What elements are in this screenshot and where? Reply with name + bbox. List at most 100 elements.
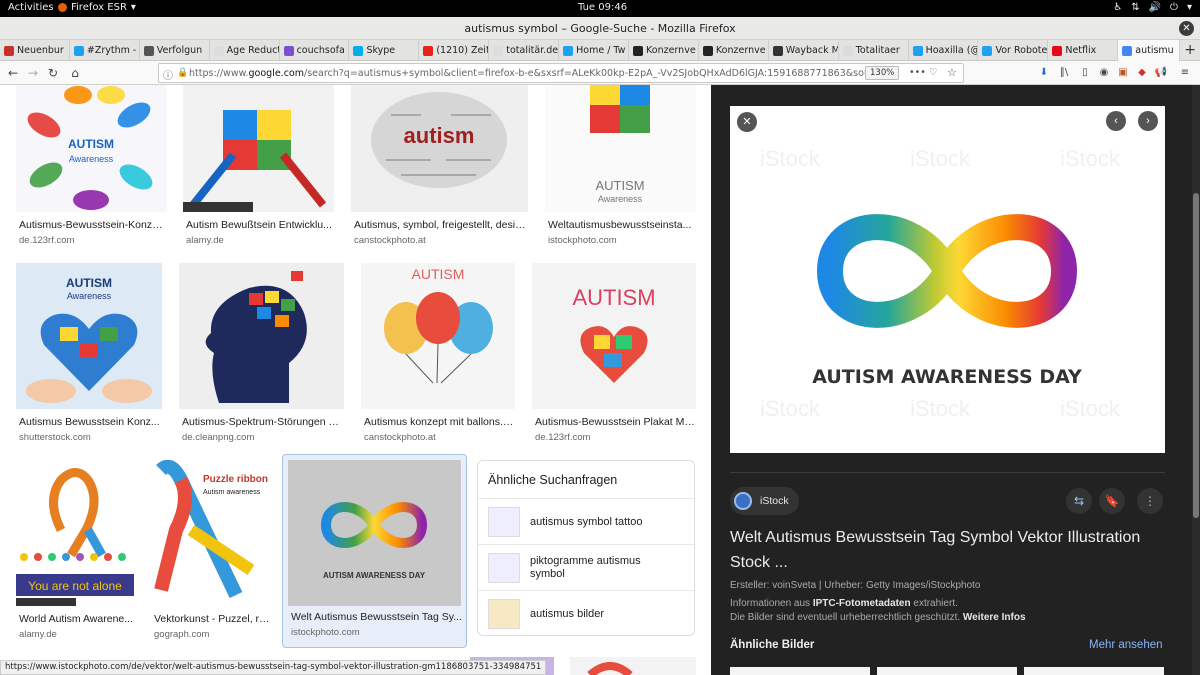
- browser-tab[interactable]: Konzernve: [629, 40, 699, 61]
- back-button[interactable]: ←: [4, 64, 22, 82]
- result-meta[interactable]: Welt Autismus Bewusstsein Tag Sy... istoc…: [291, 611, 463, 638]
- browser-tab[interactable]: (1210) Zeit: [419, 40, 490, 61]
- activities-button[interactable]: Activities: [8, 2, 54, 13]
- network-icon[interactable]: ⇅: [1131, 2, 1139, 13]
- home-button[interactable]: ⌂: [66, 64, 84, 82]
- result-thumbnail[interactable]: AUTISM Awareness: [16, 263, 162, 409]
- browser-tab[interactable]: Konzernve: [699, 40, 769, 61]
- browser-tab[interactable]: Netflix: [1048, 40, 1119, 61]
- related-search-item[interactable]: autismus symbol tattoo: [478, 499, 694, 545]
- browser-tab[interactable]: Verfolgun: [140, 40, 210, 61]
- result-thumbnail[interactable]: autism: [351, 85, 528, 212]
- forward-button[interactable]: →: [24, 64, 42, 82]
- result-thumbnail[interactable]: [183, 85, 334, 212]
- volume-icon[interactable]: 🔊: [1149, 2, 1161, 13]
- account-icon[interactable]: ◉: [1097, 66, 1111, 80]
- result-meta[interactable]: Autism Bewußtsein Entwicklu... alamy.de: [186, 219, 332, 246]
- download-icon[interactable]: ⬇: [1037, 66, 1051, 80]
- close-preview-button[interactable]: ✕: [737, 112, 757, 132]
- more-options-button[interactable]: ⋮: [1137, 488, 1163, 514]
- zoom-indicator[interactable]: 130%: [865, 66, 900, 80]
- thumb-awareness-day-text: AUTISM AWARENESS DAY: [323, 571, 426, 580]
- netflix-icon: [1052, 45, 1063, 56]
- browser-tab[interactable]: Wayback M: [769, 40, 839, 61]
- result-meta[interactable]: Autismus-Bewusstsein-Konze... de.123rf.co…: [19, 219, 165, 246]
- pocket-icon[interactable]: ♡: [929, 67, 938, 78]
- result-meta[interactable]: Autismus Bewusstsein Konz... shutterstock…: [19, 416, 161, 443]
- accessibility-icon[interactable]: ♿: [1113, 2, 1122, 13]
- scrollbar-thumb[interactable]: [1193, 193, 1199, 518]
- app-menu[interactable]: Firefox ESR ▾: [58, 2, 136, 13]
- clock[interactable]: Tue 09:46: [578, 2, 627, 13]
- result-source: alamy.de: [19, 629, 57, 640]
- megaphone-icon[interactable]: 📢: [1154, 66, 1168, 80]
- similar-image-thumbnail[interactable]: [730, 667, 870, 675]
- system-tray[interactable]: ♿ ⇅ 🔊 ⏻ ▾: [1113, 2, 1192, 13]
- page-actions-button[interactable]: •••: [909, 67, 926, 78]
- browser-tab[interactable]: Totalitaer: [839, 40, 909, 61]
- result-thumbnail[interactable]: Puzzle ribbon Autism awareness: [151, 460, 271, 606]
- browser-tab[interactable]: Skype: [349, 40, 420, 61]
- result-thumbnail[interactable]: [179, 263, 344, 409]
- related-search-item[interactable]: autismus bilder: [478, 591, 694, 637]
- preview-image[interactable]: iStock iStock iStock iStock iStock iStoc…: [730, 106, 1165, 453]
- tab-label: Netflix: [1065, 45, 1097, 56]
- browser-tab[interactable]: couchsofa: [280, 40, 350, 61]
- bookmark-star-icon[interactable]: ☆: [947, 66, 957, 79]
- new-tab-button[interactable]: +: [1180, 40, 1200, 60]
- extension-icon[interactable]: ▣: [1116, 66, 1130, 80]
- browser-tab[interactable]: Neuenbur: [0, 40, 70, 61]
- reload-button[interactable]: ↻: [44, 64, 62, 82]
- previous-image-button[interactable]: ‹: [1106, 111, 1126, 131]
- share-button[interactable]: ⇆: [1066, 488, 1092, 514]
- preview-title[interactable]: Welt Autismus Bewusstsein Tag Symbol Vek…: [730, 525, 1170, 575]
- browser-tab[interactable]: totalitär.de: [489, 40, 560, 61]
- chevron-down-icon[interactable]: ▾: [1187, 2, 1192, 13]
- result-meta[interactable]: Autismus, symbol, freigestellt, desig...…: [354, 219, 526, 246]
- result-meta[interactable]: Autismus konzept mit ballons. ... canstoc…: [364, 416, 514, 443]
- save-button[interactable]: 🔖: [1099, 488, 1125, 514]
- browser-tab[interactable]: Hoaxilla (@: [909, 40, 979, 61]
- result-thumbnail[interactable]: You are not alone: [16, 460, 134, 606]
- next-image-button[interactable]: ›: [1138, 111, 1158, 131]
- lock-icon[interactable]: 🔒: [177, 68, 188, 78]
- result-meta[interactable]: Weltautismusbewusstseinsta... istockphoto…: [548, 219, 694, 246]
- source-chip[interactable]: iStock: [730, 487, 799, 515]
- adblock-icon[interactable]: ◆: [1135, 66, 1149, 80]
- youtube-icon: [423, 45, 434, 56]
- result-thumbnail[interactable]: AUTISM: [361, 263, 515, 409]
- watermark-text: iStock: [1060, 396, 1121, 421]
- browser-tab[interactable]: autismu×: [1118, 40, 1181, 61]
- result-meta[interactable]: Vektorkunst - Puzzel, ri... gograph.com: [154, 613, 270, 640]
- url-text[interactable]: https://www.google.com/search?q=autismus…: [189, 68, 869, 79]
- library-icon[interactable]: ∥\: [1057, 66, 1071, 80]
- related-thumbnail: [488, 552, 520, 583]
- browser-tab[interactable]: Vor Robote: [978, 40, 1049, 61]
- result-meta[interactable]: Autismus-Spektrum-Störungen K... de.clean…: [182, 416, 342, 443]
- result-thumbnail[interactable]: AUTISM Awareness: [16, 85, 167, 212]
- related-thumbnail: [488, 599, 520, 629]
- watermark-text: iStock: [760, 396, 821, 421]
- browser-tab[interactable]: Home / Tw: [559, 40, 630, 61]
- result-thumbnail[interactable]: AUTISM Awareness: [545, 85, 696, 212]
- w-icon: [143, 45, 154, 56]
- more-info-link[interactable]: Weitere Infos: [963, 612, 1026, 623]
- result-thumbnail[interactable]: [570, 657, 696, 675]
- see-more-link[interactable]: Mehr ansehen: [1089, 639, 1163, 651]
- window-close-button[interactable]: ✕: [1179, 21, 1194, 36]
- result-thumbnail[interactable]: AUTISM: [532, 263, 696, 409]
- result-card-selected[interactable]: AUTISM AWARENESS DAY Welt Autismus Bewus…: [282, 454, 467, 648]
- scrollbar[interactable]: [1192, 85, 1200, 675]
- sidebar-icon[interactable]: ▯: [1078, 66, 1092, 80]
- power-icon[interactable]: ⏻: [1170, 2, 1178, 13]
- similar-image-thumbnail[interactable]: [877, 667, 1017, 675]
- info-icon[interactable]: ⓘ: [163, 67, 173, 82]
- url-bar[interactable]: ⓘ 🔒 https://www.google.com/search?q=auti…: [158, 63, 964, 83]
- result-meta[interactable]: Autismus-Bewusstsein Plakat Mi... de.123r…: [535, 416, 695, 443]
- menu-icon[interactable]: ≡: [1178, 66, 1192, 80]
- result-meta[interactable]: World Autism Awarene... alamy.de: [19, 613, 133, 640]
- browser-tab[interactable]: Age Reductio: [210, 40, 280, 61]
- related-search-item[interactable]: piktogramme autismus symbol: [478, 545, 694, 591]
- browser-tab[interactable]: #Zrythm -: [70, 40, 140, 61]
- similar-image-thumbnail[interactable]: [1024, 667, 1164, 675]
